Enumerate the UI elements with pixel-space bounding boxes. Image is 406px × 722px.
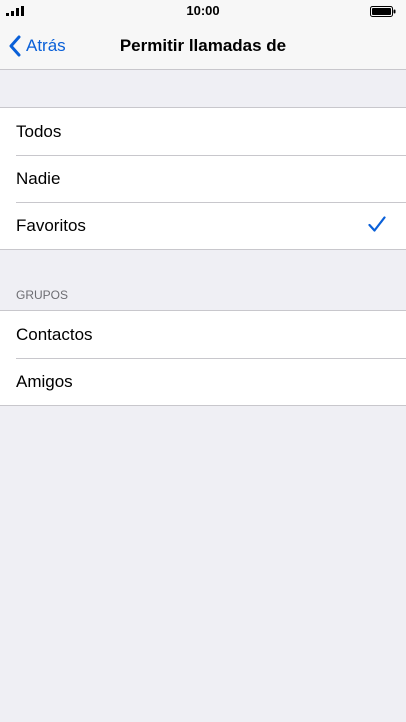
- option-todos[interactable]: Todos: [0, 108, 406, 155]
- battery-icon: [370, 6, 396, 17]
- group-contactos[interactable]: Contactos: [0, 311, 406, 358]
- group-label: Amigos: [16, 371, 73, 391]
- option-nadie[interactable]: Nadie: [0, 155, 406, 202]
- option-label: Todos: [16, 121, 62, 141]
- option-label: Favoritos: [16, 215, 86, 235]
- option-label: Nadie: [16, 168, 61, 188]
- status-bar: 10:00: [0, 0, 406, 22]
- status-time: 10:00: [186, 3, 220, 18]
- navigation-bar: Atrás Permitir llamadas de: [0, 22, 406, 70]
- page-title: Permitir llamadas de: [119, 36, 287, 55]
- option-favoritos[interactable]: Favoritos: [0, 202, 406, 249]
- options-list: Todos Nadie Favoritos: [0, 107, 406, 250]
- group-amigos[interactable]: Amigos: [0, 358, 406, 405]
- group-label: Contactos: [16, 324, 93, 344]
- groups-section-header: GRUPOS: [16, 288, 69, 302]
- groups-list: Contactos Amigos: [0, 310, 406, 406]
- checkmark-icon: [368, 216, 386, 232]
